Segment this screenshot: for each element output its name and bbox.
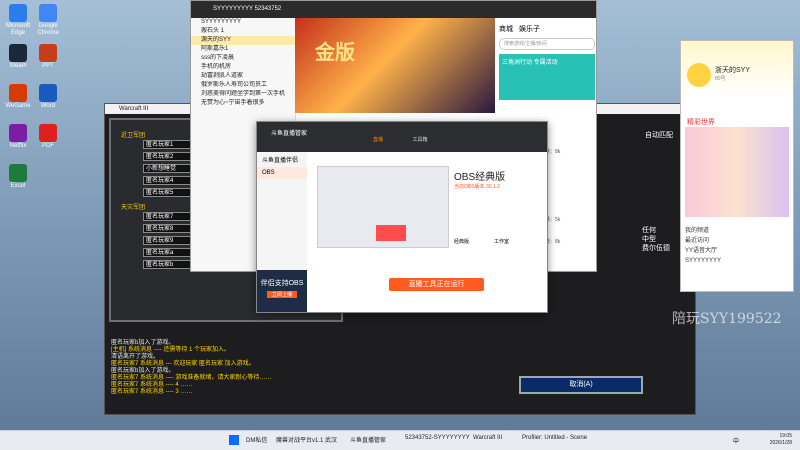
taskbar: DM私信 魔兽对战平台v1.1 武汉 斗鱼直播管家 52343752-SYYYY… <box>0 430 800 450</box>
profile-name: 浙天的SYY <box>715 67 751 74</box>
desktop-icon[interactable]: Microsoft Edge <box>4 4 32 37</box>
yy-topbar: SYYYYYYYYY 52343752 <box>191 1 596 18</box>
obs-version: 当前OBS版本 30.1.2 <box>454 184 500 190</box>
channel-item[interactable]: 无赞为心~宁宙手着很多 <box>191 99 295 108</box>
chat-line: 匿名玩家b加入了游戏。 <box>111 368 175 374</box>
chat-line: 匿名玩家7 系统消息 ---- 4 …… <box>111 382 193 388</box>
store-search[interactable]: 搜索游戏/主播/房间 <box>499 38 595 50</box>
word-icon <box>39 84 57 102</box>
chrome-icon <box>39 4 57 22</box>
watermark: 陪玩SYY199522 <box>672 311 782 327</box>
map-info-line: 中型 <box>642 236 656 243</box>
obs-preview <box>317 166 449 248</box>
obs-info: OBS经典版 当前OBS版本 30.1.2 经典版 工作室 <box>454 168 544 245</box>
nav-item[interactable]: YY语音大厅 <box>685 246 721 256</box>
douyu-window[interactable]: 斗鱼直播管家 直播 工具箱 斗鱼直播伴侣 OBS OBS经典版 当前OBS版本 … <box>256 121 548 313</box>
channel-item[interactable]: 搬石头 1 <box>191 27 295 36</box>
desktop-icon[interactable]: PPT <box>34 44 62 70</box>
channel-item[interactable]: 阿斯嘉乐1 <box>191 45 295 54</box>
channel-item[interactable]: SYYYYYYYYY <box>191 18 295 27</box>
run-status-button[interactable]: 直播工具正在运行 <box>389 278 484 291</box>
map-info-line: 任何 <box>642 227 656 234</box>
desktop-icon[interactable]: Steam <box>4 44 32 70</box>
chat-line: 清语离开了游戏。 <box>111 354 160 360</box>
obs-promo: 伴侣支持OBS 立即上播 <box>257 270 307 312</box>
app-icon <box>9 4 27 22</box>
taskbar-item[interactable]: 魔兽对战平台v1.1 武汉 <box>276 435 337 444</box>
chat-line: [主机] 系统消息 ---- 还需等待 1 个玩家加入。 <box>111 347 230 353</box>
sidebar-item[interactable]: 斗鱼直播伴侣 <box>257 152 307 167</box>
map-info-line: 费尔伍德 <box>642 245 670 252</box>
powerpoint-icon <box>39 44 57 62</box>
channel-item[interactable]: 刘惑美得问题坐学到第一次手机 <box>191 90 295 99</box>
profile-sub: 80号 <box>715 76 726 82</box>
window-title: 斗鱼直播管家 <box>271 131 308 137</box>
team-label: 天灾军团 <box>121 205 146 211</box>
nav-item[interactable]: 我的频道 <box>685 226 721 236</box>
radio-studio[interactable]: 工作室 <box>494 238 509 245</box>
desktop-icon[interactable]: Netflix <box>4 124 32 150</box>
team-label: 近卫军团 <box>121 133 146 139</box>
taskbar-item[interactable]: 斗鱼直播管家 <box>350 435 386 444</box>
taskbar-item[interactable]: 52343752-SYYYYYYYY <box>405 435 470 441</box>
obs-heading: OBS经典版 <box>454 172 506 183</box>
taskbar-item[interactable]: DM私信 <box>246 435 267 444</box>
channel-item[interactable]: 劫富剥肌人道家 <box>191 72 295 81</box>
cancel-button[interactable]: 取消(A) <box>519 376 643 394</box>
pdf-icon <box>39 124 57 142</box>
nav-item[interactable]: 最近访问 <box>685 236 721 246</box>
store-tab[interactable]: 娱乐子 <box>519 24 540 34</box>
chat-line: 匿名玩家7 系统消息 ---- 游戏准备就绪，请大家耐心等待…… <box>111 375 272 381</box>
excel-icon <box>9 164 27 182</box>
chat-log: 匿名玩家b加入了游戏。 [主机] 系统消息 ---- 还需等待 1 个玩家加入。… <box>111 340 441 396</box>
app-icon <box>9 84 27 102</box>
tab-live[interactable]: 直播 <box>365 136 391 152</box>
nav-list: 我的频道 最近访问 YY语音大厅 SYYYYYYYY <box>685 226 721 266</box>
clock-date: 2026/1/28 <box>769 440 792 446</box>
promo-button[interactable]: 立即上播 <box>267 291 297 298</box>
channel-item[interactable]: 俄罗斯乐人寿司公司员工 <box>191 81 295 90</box>
obs-header: 斗鱼直播管家 直播 工具箱 <box>257 122 547 152</box>
ime-indicator[interactable]: 中 <box>733 436 739 445</box>
desktop-icon[interactable]: Excel <box>4 164 32 190</box>
steam-icon <box>9 44 27 62</box>
chat-line: 匿名玩家7 系统消息 ---- 3 …… <box>111 389 193 395</box>
clock[interactable]: 19:05 2026/1/28 <box>770 433 792 447</box>
nav-item[interactable]: SYYYYYYYY <box>685 256 721 266</box>
channel-item[interactable]: 源天的SYY <box>191 36 295 45</box>
windows-start-icon[interactable] <box>229 435 239 445</box>
section-title: 精彩世界 <box>687 119 715 126</box>
app-icon <box>9 124 27 142</box>
desktop-icon[interactable]: PDF <box>34 124 62 150</box>
store-tab[interactable]: 商城 <box>499 24 513 34</box>
map-info: 任何 中型 费尔伍德 <box>642 226 670 253</box>
banner-text: 金版 <box>315 42 355 64</box>
store-promo[interactable]: 三角洲行动 专属活动 <box>499 54 595 100</box>
promo-text: 伴侣支持OBS <box>260 280 304 287</box>
radio-classic[interactable]: 经典版 <box>454 238 469 245</box>
taskbar-item[interactable]: Warcraft III <box>473 435 502 441</box>
desktop-icon[interactable]: WeGame <box>4 84 32 110</box>
live-grid[interactable] <box>685 127 789 217</box>
tab-tools[interactable]: 工具箱 <box>407 136 433 152</box>
preview-accent <box>376 225 406 241</box>
promo-banner[interactable]: 金版 <box>295 18 495 113</box>
desktop-icon[interactable]: Google Chrome <box>34 4 62 37</box>
taskbar-item[interactable]: Profiler: Untitled - Scene <box>522 435 587 441</box>
clock-time: 19:05 <box>779 433 792 439</box>
yy-mini-panel[interactable]: 浙天的SYY 80号 精彩世界 我的频道 最近访问 YY语音大厅 SYYYYYY… <box>680 40 794 292</box>
sidebar-item[interactable]: OBS <box>257 167 307 179</box>
auto-match-label: 自动匹配 <box>645 132 673 139</box>
chat-line: 匿名玩家7 系统消息 --- 欢迎玩家 匿名玩家 加入游戏。 <box>111 361 255 367</box>
desktop-icon[interactable]: Word <box>34 84 62 110</box>
channel-item[interactable]: 手机的机房 <box>191 63 295 72</box>
avatar[interactable] <box>687 63 711 87</box>
chat-line: 匿名玩家b加入了游戏。 <box>111 340 175 346</box>
channel-item[interactable]: sss的下凌晨 <box>191 54 295 63</box>
